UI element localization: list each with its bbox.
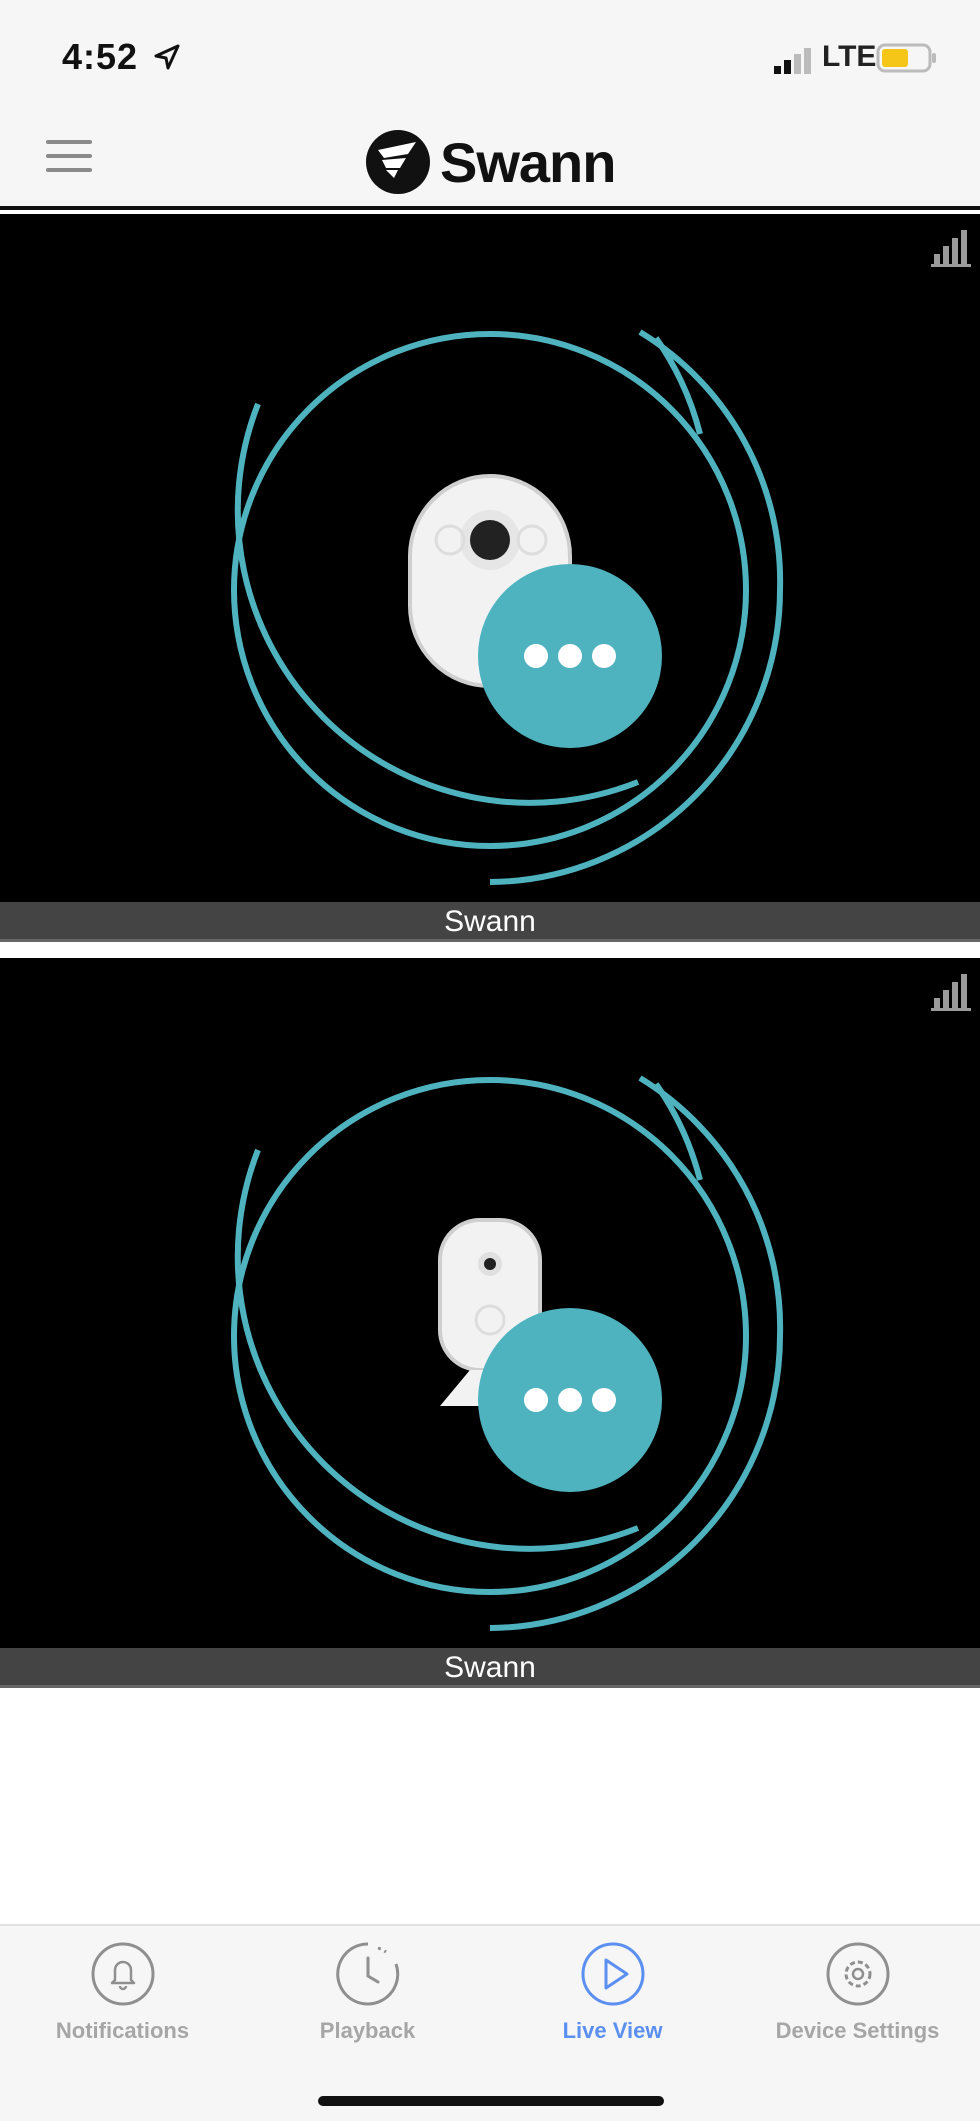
cellular-signal-icon — [774, 48, 811, 74]
clock-icon — [335, 1942, 399, 2006]
camera-preview — [231, 974, 971, 1631]
signal-bars-icon — [931, 974, 971, 1011]
location-arrow-icon — [154, 44, 180, 70]
tab-live-view[interactable]: Live View — [490, 1940, 735, 2060]
camera-name: Swann — [0, 902, 980, 942]
tab-label: Device Settings — [775, 2018, 940, 2043]
more-options-button[interactable] — [478, 564, 662, 748]
camera-tile[interactable]: Swann — [0, 214, 980, 942]
camera-preview — [231, 230, 971, 885]
swann-logo-icon — [366, 130, 430, 194]
home-indicator[interactable] — [318, 2096, 664, 2106]
bell-icon — [91, 1942, 154, 2006]
app-header: Swann — [0, 110, 980, 210]
tab-label: Playback — [319, 2018, 416, 2043]
camera-tile[interactable]: Swann — [0, 958, 980, 1688]
signal-bars-icon — [931, 230, 971, 267]
gear-icon — [826, 1942, 889, 2006]
more-options-button[interactable] — [478, 1308, 662, 1492]
battery-icon — [876, 43, 936, 73]
tab-device-settings[interactable]: Device Settings — [735, 1940, 980, 2060]
brand: Swann — [364, 122, 616, 202]
tab-bar: Notifications Playback Live View Device … — [0, 1924, 980, 2121]
network-type: LTE — [822, 40, 877, 73]
status-bar: 4:52 LTE — [0, 0, 980, 110]
play-icon — [581, 1942, 644, 2006]
divider — [0, 942, 980, 958]
status-time: 4:52 — [62, 36, 139, 77]
tab-label: Notifications — [55, 2018, 190, 2043]
tab-notifications[interactable]: Notifications — [0, 1940, 245, 2060]
tab-playback[interactable]: Playback — [245, 1940, 490, 2060]
menu-button[interactable] — [46, 140, 92, 180]
tab-label: Live View — [562, 2018, 663, 2043]
brand-name: Swann — [440, 130, 616, 194]
camera-name: Swann — [0, 1648, 980, 1688]
